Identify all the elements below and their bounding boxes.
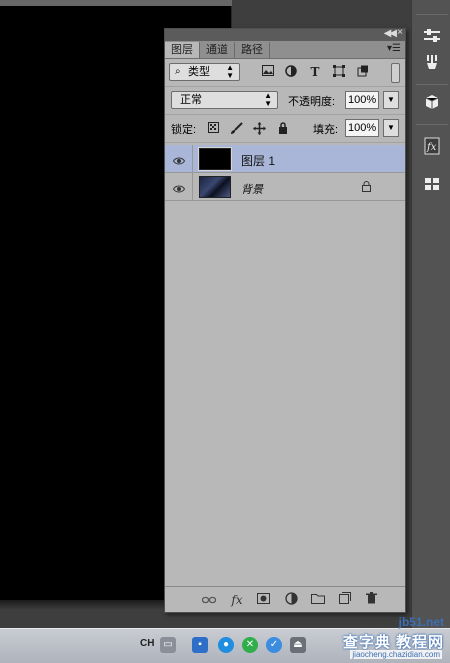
adjustment-filter-icon[interactable]	[284, 65, 298, 79]
canvas-top-edge	[0, 0, 232, 6]
layer-thumbnail	[198, 147, 232, 171]
fill-dropdown-button[interactable]: ▼	[383, 119, 399, 137]
filter-kind-label: 类型	[188, 66, 210, 78]
adjust-sliders-icon[interactable]	[418, 24, 446, 48]
shield-check-icon[interactable]: ✓	[266, 637, 282, 653]
visibility-column	[165, 173, 193, 200]
language-indicator[interactable]: CH	[140, 638, 154, 649]
watermark-main: 查字典 教程网	[342, 634, 444, 651]
lock-label: 锁定:	[171, 124, 197, 136]
delete-trash-icon[interactable]	[363, 592, 379, 608]
search-icon: ⌕	[175, 66, 181, 77]
opacity-label: 不透明度:	[288, 96, 336, 108]
network-drive-icon[interactable]: ▪	[192, 637, 208, 653]
blend-mode-value: 正常	[180, 94, 202, 106]
eye-visibility-icon[interactable]	[172, 154, 186, 168]
tab-paths[interactable]: 路径	[235, 42, 270, 58]
layer-name[interactable]: 背景	[241, 181, 263, 197]
new-group-folder-icon[interactable]	[310, 592, 326, 608]
swatches-grid-icon[interactable]	[418, 172, 446, 196]
watermark-site: jb51.net	[398, 615, 444, 629]
link-layers-icon[interactable]	[201, 592, 217, 608]
panel-bottom-toolbar: fx	[165, 586, 405, 612]
styles-fx-icon[interactable]: fx	[418, 134, 446, 158]
layer-row[interactable]: 背景	[165, 173, 405, 201]
visibility-column	[165, 145, 193, 172]
filter-kind-select[interactable]: ⌕ 类型 ▲ ▼	[169, 63, 240, 81]
dock-separator	[416, 124, 448, 125]
select-arrows-icon: ▲ ▼	[226, 63, 234, 80]
lock-row: 锁定: 填充: 100% ▼	[165, 115, 405, 143]
right-dock: fx	[411, 0, 450, 628]
blend-row: 正常 ▲ ▼ 不透明度: 100% ▼	[165, 87, 405, 115]
collapse-icon[interactable]: ◀◀	[384, 28, 397, 39]
tab-layers[interactable]: 图层	[165, 42, 200, 58]
fill-input[interactable]: 100%	[345, 119, 379, 137]
shape-filter-icon[interactable]	[332, 65, 346, 79]
layers-list: 图层 1 背景	[165, 145, 405, 586]
lock-position-move-icon[interactable]	[253, 122, 266, 135]
site-watermark: jb51.net 查字典 教程网 jiaocheng.chazidian.com	[308, 615, 448, 663]
qq-penguin-icon[interactable]: ●	[218, 637, 234, 653]
dock-separator	[416, 14, 448, 15]
new-adjustment-layer-icon[interactable]	[283, 592, 299, 608]
lock-all-icon[interactable]	[276, 122, 289, 135]
smart-object-filter-icon[interactable]	[356, 65, 370, 79]
padlock-icon	[362, 181, 371, 195]
panel-menu-icon[interactable]: ▾☰	[387, 43, 401, 54]
type-filter-icon[interactable]: T	[308, 65, 322, 79]
os-taskbar: CH ▭ ▪ ● ✕ ✓ ⏏ jb51.net 查字典 教程网 jiaochen…	[0, 615, 450, 663]
opacity-dropdown-button[interactable]: ▼	[383, 91, 399, 109]
panel-tab-bar: 图层 通道 路径 ▾☰	[165, 41, 405, 59]
opacity-input[interactable]: 100%	[345, 91, 379, 109]
panel-title-bar[interactable]: ◀◀ ×	[165, 27, 405, 41]
brush-presets-icon[interactable]	[418, 50, 446, 74]
dock-separator	[416, 84, 448, 85]
canvas-shadow	[0, 600, 166, 610]
3d-cube-icon[interactable]	[418, 90, 446, 114]
blend-mode-select[interactable]: 正常 ▲ ▼	[171, 91, 278, 109]
eye-visibility-icon[interactable]	[172, 182, 186, 196]
layer-name[interactable]: 图层 1	[241, 152, 275, 169]
svg-text:fx: fx	[426, 142, 437, 153]
lock-paint-brush-icon[interactable]	[230, 122, 243, 135]
usb-device-icon[interactable]: ⏏	[290, 637, 306, 653]
security-x-icon[interactable]: ✕	[242, 637, 258, 653]
lock-transparent-icon[interactable]	[207, 122, 220, 135]
layer-style-fx-icon[interactable]: fx	[229, 592, 245, 608]
pixel-filter-icon[interactable]	[261, 65, 275, 79]
keyboard-icon[interactable]: ▭	[160, 637, 176, 653]
layer-filter-row: ⌕ 类型 ▲ ▼ T	[165, 59, 405, 87]
fill-label: 填充:	[313, 124, 339, 136]
tab-channels[interactable]: 通道	[200, 42, 235, 58]
close-icon[interactable]: ×	[397, 27, 403, 38]
new-layer-icon[interactable]	[337, 592, 353, 608]
select-arrows-icon: ▲ ▼	[264, 91, 272, 108]
add-mask-icon[interactable]	[255, 592, 271, 608]
layer-row[interactable]: 图层 1	[165, 145, 405, 173]
watermark-sub: jiaocheng.chazidian.com	[350, 650, 442, 659]
layers-panel: ◀◀ × 图层 通道 路径 ▾☰ ⌕ 类型 ▲ ▼ T 正常 ▲ ▼ 不透明度:…	[164, 27, 406, 613]
layer-thumbnail	[199, 176, 231, 198]
filter-toggle-switch[interactable]	[391, 63, 400, 83]
